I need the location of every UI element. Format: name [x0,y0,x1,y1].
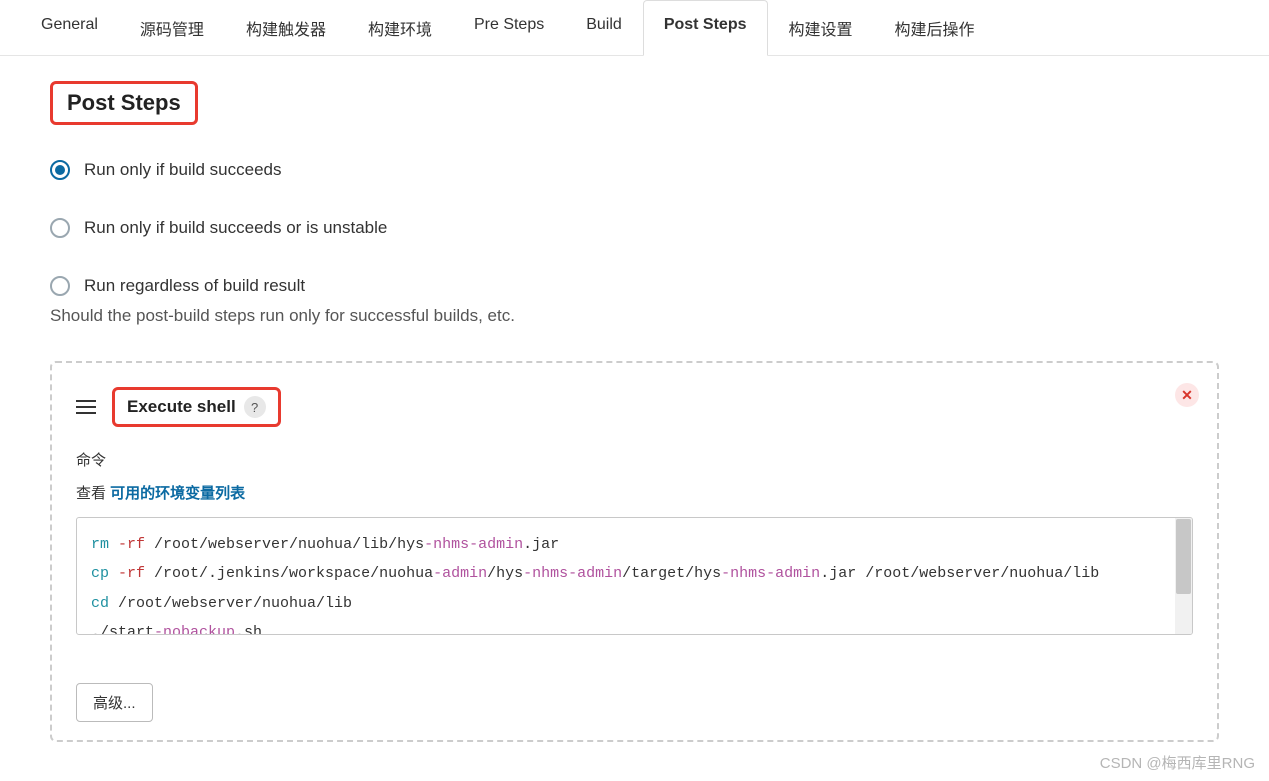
command-label: 命令 [76,449,1193,470]
env-vars-link[interactable]: 可用的环境变量列表 [110,485,245,502]
tab-env[interactable]: 构建环境 [347,0,453,55]
scrollbar-thumb[interactable] [1176,519,1191,594]
radio-option-regardless[interactable]: Run regardless of build result [50,276,1219,296]
radio-option-unstable[interactable]: Run only if build succeeds or is unstabl… [50,218,1219,238]
tab-build-settings[interactable]: 构建设置 [768,0,874,55]
tab-pre-steps[interactable]: Pre Steps [453,0,565,55]
radio-label: Run regardless of build result [84,276,305,296]
advanced-button[interactable]: 高级... [76,683,153,722]
tab-triggers[interactable]: 构建触发器 [225,0,347,55]
step-header: Execute shell ? [76,387,1193,427]
step-title-box: Execute shell ? [112,387,281,427]
env-prefix: 查看 [76,485,110,502]
tabs-bar: General 源码管理 构建触发器 构建环境 Pre Steps Build … [0,0,1269,56]
tab-build[interactable]: Build [565,0,643,55]
delete-step-button[interactable]: ✕ [1175,383,1199,407]
help-icon[interactable]: ? [244,396,266,418]
radio-icon[interactable] [50,276,70,296]
tab-post-build-actions[interactable]: 构建后操作 [874,0,996,55]
tab-scm[interactable]: 源码管理 [119,0,225,55]
run-threshold-radio-group: Run only if build succeeds Run only if b… [50,160,1219,296]
radio-label: Run only if build succeeds or is unstabl… [84,218,387,238]
radio-icon[interactable] [50,218,70,238]
section-title: Post Steps [50,81,198,125]
tab-post-steps[interactable]: Post Steps [643,0,768,56]
drag-handle-icon[interactable] [76,400,96,414]
tab-general[interactable]: General [20,0,119,55]
content-area: Post Steps Run only if build succeeds Ru… [0,56,1269,762]
shell-command-input[interactable]: rm -rf /root/webserver/nuohua/lib/hys-nh… [76,517,1193,635]
run-threshold-help: Should the post-build steps run only for… [50,306,1219,326]
radio-label: Run only if build succeeds [84,160,282,180]
env-vars-row: 查看 可用的环境变量列表 [76,482,1193,503]
radio-icon[interactable] [50,160,70,180]
step-title: Execute shell [127,397,236,417]
execute-shell-step: ✕ Execute shell ? 命令 查看 可用的环境变量列表 rm -rf… [50,361,1219,742]
radio-option-succeeds[interactable]: Run only if build succeeds [50,160,1219,180]
